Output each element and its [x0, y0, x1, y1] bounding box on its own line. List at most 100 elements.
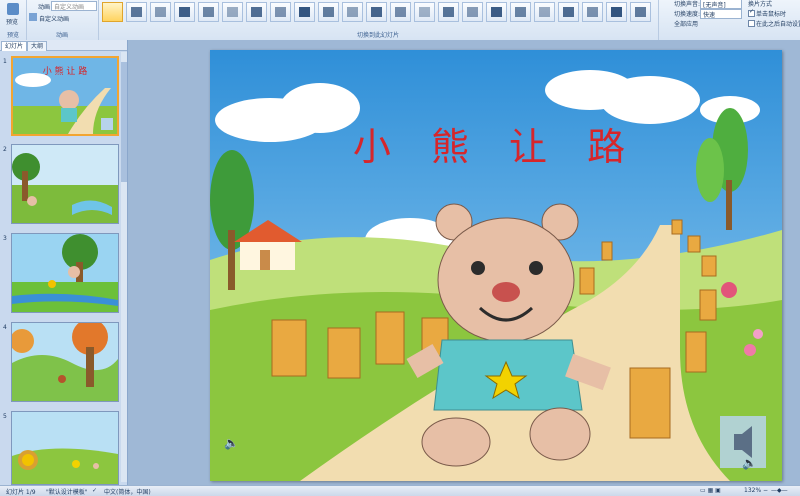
thumbnail-1-title: 小 熊 让 路 — [42, 67, 88, 77]
transition-box-in-icon — [587, 7, 598, 17]
transition-cover-down-button[interactable] — [390, 2, 411, 22]
preview-button-label[interactable]: 预览 — [6, 17, 18, 26]
transition-cover-up-button[interactable] — [462, 2, 483, 22]
transition-box-out-button[interactable] — [606, 2, 627, 22]
transition-fade-black-icon — [155, 7, 166, 17]
transition-dissolve-button[interactable] — [222, 2, 243, 22]
status-bar: 幻灯片 1/9 "默认设计模板" ✓ 中文(简体，中国) ▭ ▦ ▣ 132% … — [0, 485, 800, 496]
ribbon-group-anim: 动画 自定义动画 自定义动画 动画 — [26, 0, 99, 40]
sound-field-label: 切换声音: — [674, 1, 701, 8]
transition-box-out-icon — [611, 7, 622, 17]
ribbon-group-transition: 切换到此幻灯片 — [98, 0, 659, 40]
transition-cut-black-icon — [203, 7, 214, 17]
transition-box-in-button[interactable] — [582, 2, 603, 22]
thumb-number: 5 — [3, 413, 7, 420]
transition-wipe-left-button[interactable] — [270, 2, 291, 22]
transition-push-down-icon — [491, 7, 502, 17]
slide-title[interactable]: 小 熊 让 路 — [210, 116, 782, 171]
transition-wipe-left-icon — [275, 7, 286, 17]
scrollbar-thumb[interactable] — [121, 62, 127, 182]
anim-select-value: 自定义动画 — [54, 4, 85, 11]
on-click-checkbox[interactable]: ✓ — [748, 8, 755, 17]
transition-split-h-out-button[interactable] — [366, 2, 387, 22]
transition-dissolve-icon — [227, 7, 238, 17]
transition-fade-black-button[interactable] — [150, 2, 171, 22]
transition-more-transitions-icon — [635, 7, 646, 17]
view-buttons[interactable]: ▭ ▦ ▣ — [700, 487, 721, 494]
on-click-label: 单击鼠标时 — [756, 11, 787, 18]
zoom-slider[interactable]: —◆— — [771, 487, 788, 494]
tab-outline[interactable]: 大纲 — [27, 41, 48, 51]
transition-uncover-up-button[interactable] — [558, 2, 579, 22]
slide-thumbnail-1[interactable]: 小 熊 让 路 — [11, 56, 119, 136]
thumbnail-3-art — [12, 234, 118, 312]
transition-wipe-up-icon — [323, 7, 334, 17]
thumbnail-scrollbar[interactable] — [121, 52, 127, 482]
transition-wipe-up-button[interactable] — [318, 2, 339, 22]
transition-wipe-down-button[interactable] — [246, 2, 267, 22]
spellcheck-icon[interactable]: ✓ — [92, 487, 97, 494]
slide-thumbnail-2[interactable] — [11, 144, 119, 224]
transition-split-h-out-icon — [371, 7, 382, 17]
thumb-number: 4 — [3, 324, 7, 331]
thumb-number: 3 — [3, 235, 7, 242]
anim-label: 动画 — [38, 4, 51, 11]
group-label-transition: 切换到此幻灯片 — [356, 32, 399, 39]
slide-canvas[interactable]: 小 熊 让 路 🔈 🔈 — [210, 50, 782, 481]
transition-uncover-up-icon — [563, 7, 574, 17]
slide-illustration — [210, 50, 782, 481]
group-label-anim: 动画 — [55, 32, 68, 39]
slide-thumbnail-4[interactable] — [11, 322, 119, 402]
thumb-number: 2 — [3, 146, 7, 153]
slides-pane: 幻灯片 大纲 1 小 熊 让 路 2 3 4 5 — [0, 40, 128, 485]
transition-cover-left-button[interactable] — [414, 2, 435, 22]
ribbon-group-preview: 预览 预览 — [0, 0, 27, 40]
transition-fade-smooth-icon — [131, 7, 142, 17]
transition-cut-black-button[interactable] — [198, 2, 219, 22]
thumbnail-4-art — [12, 323, 118, 401]
transition-fade-smooth-button[interactable] — [126, 2, 147, 22]
sound-select-value: [无声音] — [703, 2, 726, 9]
custom-anim-icon[interactable] — [29, 13, 37, 21]
transition-cover-left-icon — [419, 7, 430, 17]
speed-field-label: 切换速度: — [674, 11, 701, 18]
slide-thumbnail-5[interactable] — [11, 411, 119, 485]
anim-select[interactable]: 自定义动画 — [51, 1, 97, 11]
ribbon: 预览 预览 动画 自定义动画 自定义动画 动画 切换到此幻灯片 切换声音: [无… — [0, 0, 800, 41]
advance-label: 换片方式 — [748, 1, 773, 8]
transition-push-right-icon — [539, 7, 550, 17]
transition-no-transition-button[interactable] — [102, 2, 123, 22]
transition-cut-button[interactable] — [174, 2, 195, 22]
transition-cover-right-button[interactable] — [438, 2, 459, 22]
transition-wipe-right-icon — [299, 7, 310, 17]
preview-icon[interactable] — [7, 3, 19, 15]
group-label-preview: 预览 — [6, 32, 19, 39]
thumb-number: 1 — [3, 58, 7, 65]
transition-cover-right-icon — [443, 7, 454, 17]
tab-slides[interactable]: 幻灯片 — [1, 41, 28, 51]
thumbnail-2-art — [12, 145, 118, 223]
zoom-out-icon[interactable]: − — [763, 487, 768, 494]
transition-wipe-right-button[interactable] — [294, 2, 315, 22]
after-checkbox[interactable] — [748, 20, 755, 27]
zoom-level: 132% — [744, 487, 762, 494]
custom-anim-button[interactable]: 自定义动画 — [39, 14, 69, 23]
speaker-icon-right[interactable]: 🔈 — [742, 456, 757, 470]
slide-thumbnail-3[interactable] — [11, 233, 119, 313]
after-label: 在此之后自动设置 — [756, 21, 800, 28]
pane-tabs: 幻灯片 大纲 — [0, 40, 127, 51]
transition-push-down-button[interactable] — [486, 2, 507, 22]
sound-select[interactable]: [无声音] — [700, 0, 742, 9]
transition-split-h-in-button[interactable] — [342, 2, 363, 22]
transition-more-transitions-button[interactable] — [630, 2, 651, 22]
transition-cover-up-icon — [467, 7, 478, 17]
transition-push-left-button[interactable] — [510, 2, 531, 22]
speaker-icon[interactable]: 🔈 — [224, 436, 239, 450]
ribbon-group-transition-settings: 切换声音: [无声音] 切换速度: 快速 全部应用 换片方式 ✓ 单击鼠标时 在… — [660, 0, 800, 40]
checkmark-icon: ✓ — [749, 8, 755, 15]
transition-push-left-icon — [515, 7, 526, 17]
transition-cover-down-icon — [395, 7, 406, 17]
apply-all-button[interactable]: 全部应用 — [674, 19, 698, 28]
speed-select[interactable]: 快速 — [700, 9, 742, 19]
transition-push-right-button[interactable] — [534, 2, 555, 22]
